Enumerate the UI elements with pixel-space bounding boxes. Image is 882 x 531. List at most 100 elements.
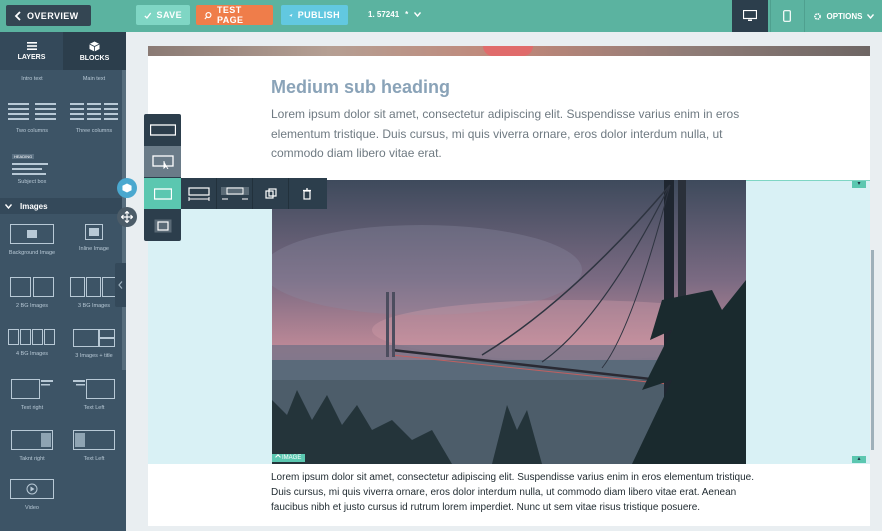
chevron-down-icon [866,13,874,19]
paper-plane-icon [289,13,293,17]
test-page-button[interactable]: TEST PAGE [196,5,273,25]
duplicate-option[interactable] [253,178,289,209]
version-selector[interactable]: 1. 57241 * [368,10,422,19]
block-label: Inline Image [79,246,109,252]
block-label: Two columns [15,128,49,134]
inline-image-thumb [85,224,103,240]
block-subject-box[interactable]: HEADING Subject box [2,154,62,185]
desktop-view-button[interactable] [732,0,768,32]
save-button[interactable]: SAVE [136,5,190,25]
options-label: OPTIONS [826,11,863,21]
block-label: Text right [20,405,44,411]
mobile-view-button[interactable] [770,0,802,32]
two-bg-images-thumb [10,277,54,297]
block-label: Three columns [75,128,113,134]
boxed-width-option[interactable] [144,146,181,177]
block-video[interactable]: Video [2,479,62,511]
chevron-up-icon [275,454,281,460]
intro-paragraph[interactable]: Lorem ipsum dolor sit amet, consectetur … [271,105,751,164]
block-label: Taknt right [19,456,45,462]
delete-option[interactable] [289,178,325,209]
block-intro-text[interactable]: Intro text [2,76,62,82]
narrow-width-icon [154,219,171,232]
publish-label: PUBLISH [297,10,340,20]
duplicate-icon [264,187,277,199]
subject-box-heading: HEADING [12,154,35,159]
chevron-down-icon [414,12,422,17]
block-label: Text Left [83,456,105,462]
version-label: 1. 57241 [368,10,400,19]
background-image-thumb [10,224,54,244]
images-section-title: Images [20,201,48,211]
image-label-text: IMAGE [282,455,302,461]
canvas-scrollbar[interactable] [871,250,874,450]
four-bg-images-thumb [8,329,55,345]
block-label: Main text [82,76,106,82]
monitor-icon [743,10,757,21]
block-main-text[interactable]: Main text [64,76,124,82]
tab-blocks-label: BLOCKS [79,54,110,62]
test-page-label: TEST PAGE [217,5,244,25]
block-label: Subject box [17,179,47,185]
block-two-columns[interactable]: Two columns [2,102,62,134]
block-label: Intro text [21,76,43,82]
block-background-image[interactable]: Background Image [2,224,62,256]
subject-box-thumb: HEADING [12,154,52,175]
block-three-columns[interactable]: Three columns [64,102,124,134]
layers-icon [26,42,37,50]
taknt-right-thumb [11,430,53,450]
block-text-left-2[interactable]: Text Left [64,430,124,462]
bridge-photo[interactable] [272,180,746,464]
page-preview: Medium sub heading Lorem ipsum dolor sit… [148,46,870,526]
unsaved-flag: * [405,10,409,19]
tab-layers-label: LAYERS [17,54,46,61]
margin-option[interactable] [217,178,253,209]
video-thumb [10,479,54,499]
blocks-sidebar: LAYERS BLOCKS Intro text Main text Two c… [0,32,126,531]
block-label: Video [25,505,39,511]
overview-button[interactable]: OVERVIEW [6,5,91,26]
three-columns-thumb [70,103,118,120]
block-2-bg-images[interactable]: 2 BG Images [2,277,62,309]
body-paragraph[interactable]: Lorem ipsum dolor sit amet, consectetur … [271,470,761,515]
two-columns-thumb [8,103,56,120]
block-settings-handle[interactable] [117,178,137,198]
sidebar-collapse-handle[interactable] [115,263,126,307]
block-taknt-right[interactable]: Taknt right [2,430,62,462]
margin-icon [220,186,249,199]
block-3-images-title[interactable]: 3 Images + title [64,329,124,359]
hero-image-strip [148,46,870,56]
text-left-thumb [73,379,115,399]
move-handle[interactable] [117,207,137,227]
collapse-handle-bottom[interactable]: ▴ [852,456,866,463]
check-icon [144,12,152,19]
images-section-header[interactable]: Images [0,198,122,214]
save-label: SAVE [156,10,182,20]
sidebar-tabs: LAYERS BLOCKS [0,32,126,70]
block-4-bg-images[interactable]: 4 BG Images [2,329,62,357]
overview-label: OVERVIEW [27,10,79,21]
chevron-down-icon [5,203,12,209]
full-width-option[interactable] [144,114,181,145]
block-label: 3 Images + title [75,353,113,359]
collapse-handle-top[interactable]: ▾ [852,181,866,188]
sub-heading[interactable]: Medium sub heading [271,77,450,98]
padding-horizontal-option[interactable] [181,178,217,209]
full-width-icon [149,123,176,136]
block-text-left[interactable]: Text Left [64,379,124,411]
block-label: Background Image [8,250,56,256]
phone-icon [782,10,791,22]
narrow-width-option[interactable] [144,210,181,241]
width-options-toolbar [144,114,181,241]
block-text-right[interactable]: Text right [2,379,62,411]
chevron-down-icon: ▾ [857,181,861,187]
block-inline-image[interactable]: Inline Image [64,224,124,252]
text-right-thumb [11,379,53,399]
options-button[interactable]: OPTIONS [804,0,882,32]
tab-blocks[interactable]: BLOCKS [63,32,126,70]
wide-width-option[interactable] [144,178,181,209]
tab-layers[interactable]: LAYERS [0,32,63,70]
publish-button[interactable]: PUBLISH [281,5,348,25]
three-bg-images-thumb [70,277,117,297]
chevron-up-icon: ▴ [857,456,861,462]
